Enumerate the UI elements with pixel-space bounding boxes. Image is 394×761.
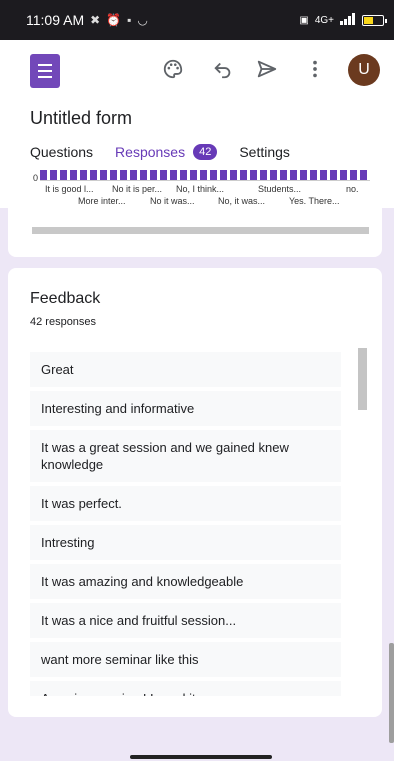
- list-item: Amazing session ! Loved it: [30, 681, 341, 696]
- x-label: More inter...: [78, 196, 126, 206]
- x-label: No, I think...: [176, 184, 225, 194]
- list-item: It was a nice and fruitful session...: [30, 603, 341, 638]
- cloud-icon: ◡: [137, 13, 148, 27]
- silent-mode-icon: ✖: [90, 13, 101, 27]
- x-label: It is good l...: [45, 184, 94, 194]
- x-label: Students...: [258, 184, 302, 194]
- avatar[interactable]: U: [348, 54, 380, 86]
- response-list[interactable]: Great Interesting and informative It was…: [30, 352, 341, 696]
- y-axis-zero-label: 0: [33, 173, 39, 183]
- page-scrollbar[interactable]: [389, 643, 394, 743]
- response-list-scrollbar[interactable]: [358, 348, 367, 410]
- chart-horizontal-scrollbar[interactable]: [32, 227, 369, 234]
- sim-icon: ▪: [127, 13, 132, 27]
- alarm-icon: ⏰: [106, 13, 122, 27]
- x-label: no.: [346, 184, 359, 194]
- previous-question-card: 0 It is good l... No it is per... No, I …: [8, 165, 382, 257]
- list-item: Interesting and informative: [30, 391, 341, 426]
- home-gesture-handle[interactable]: [130, 755, 272, 759]
- x-label: No it was...: [150, 196, 195, 206]
- list-item: Great: [30, 352, 341, 387]
- more-vertical-icon[interactable]: [302, 56, 328, 82]
- google-forms-logo[interactable]: [30, 54, 60, 88]
- form-title[interactable]: Untitled form: [30, 108, 132, 129]
- palette-icon[interactable]: [160, 56, 186, 82]
- navigation-bar: [0, 752, 394, 761]
- volte-icon: ▣: [299, 14, 309, 26]
- undo-icon[interactable]: [210, 56, 236, 82]
- battery-icon: [362, 14, 387, 26]
- question-title: Feedback: [30, 290, 101, 307]
- x-label: No it is per...: [112, 184, 163, 194]
- chart-bars: [40, 170, 370, 180]
- network-label: 4G+: [314, 14, 334, 26]
- chart-axis: [40, 180, 370, 181]
- list-item: It was a great session and we gained kne…: [30, 430, 341, 482]
- response-count: 42 responses: [30, 316, 97, 328]
- signal-icon: [340, 12, 356, 28]
- response-count-badge: 42: [193, 144, 218, 160]
- send-icon[interactable]: [254, 56, 280, 82]
- list-item: want more seminar like this: [30, 642, 341, 677]
- status-bar: 11:09 AM ✖ ⏰ ▪ ◡ ▣ 4G+: [0, 0, 394, 40]
- feedback-question-card: Feedback 42 responses Great Interesting …: [8, 268, 382, 717]
- list-item: Intresting: [30, 525, 341, 560]
- list-item: It was perfect.: [30, 486, 341, 521]
- list-item: It was amazing and knowledgeable: [30, 564, 341, 599]
- x-label: Yes. There...: [289, 196, 340, 206]
- x-label: No, it was...: [218, 196, 266, 206]
- status-time: 11:09 AM: [26, 12, 85, 28]
